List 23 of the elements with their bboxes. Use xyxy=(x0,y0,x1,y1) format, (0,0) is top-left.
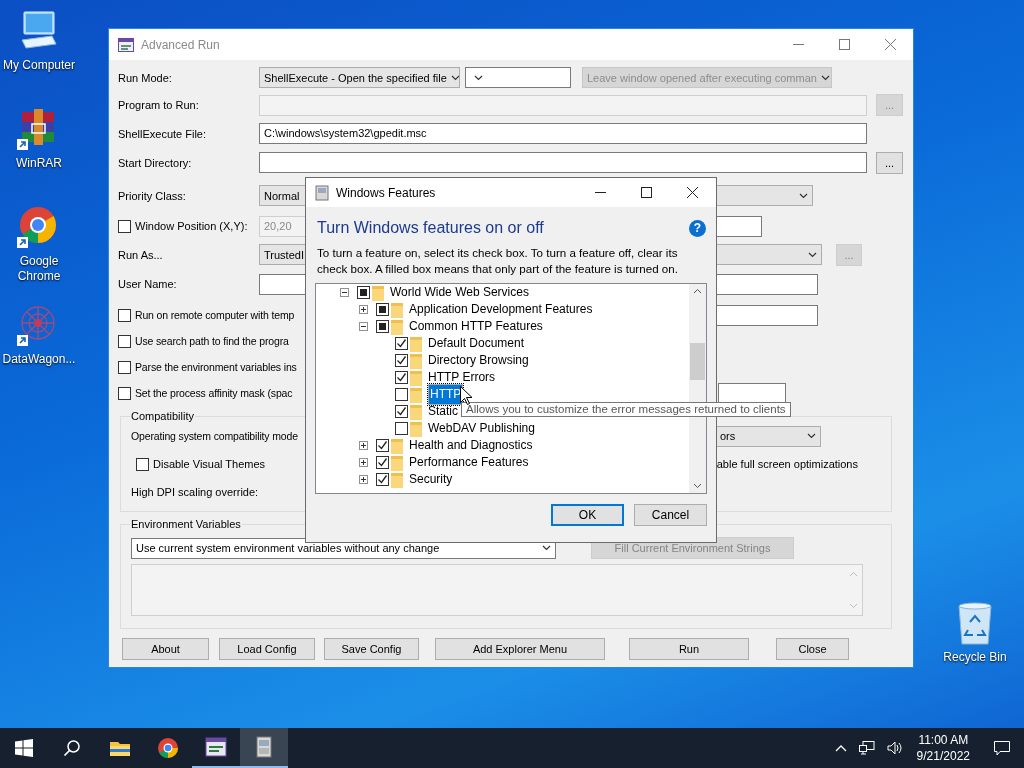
field-label: Operating system compatibility mode xyxy=(131,430,298,442)
checkbox-label: Run on remote computer with temp xyxy=(135,309,295,321)
field-label: Start Directory: xyxy=(118,156,192,169)
field-label: Priority Class: xyxy=(118,189,186,202)
dialog-heading: Turn Windows features on or off xyxy=(317,219,544,237)
field-label: ShellExecute File: xyxy=(118,127,207,140)
group-title: Environment Variables xyxy=(130,518,242,530)
field-label: Program to Run: xyxy=(118,99,199,111)
checkbox-label: Set the process affinity mask (spac xyxy=(135,387,293,399)
checkbox-label: Window Position (X,Y): xyxy=(135,220,248,232)
checkbox-label: Use search path to find the progra xyxy=(135,335,289,347)
group-title: Compatibility xyxy=(130,410,195,422)
checkbox-label: able full screen optimizations xyxy=(716,458,858,470)
field-label: Run Mode: xyxy=(118,71,172,84)
checkbox-label: Disable Visual Themes xyxy=(153,458,266,470)
field-label: User Name: xyxy=(118,278,177,290)
window-title: Advanced Run xyxy=(141,37,220,52)
field-label: High DPI scaling override: xyxy=(131,486,259,498)
checkbox-label: Parse the environment variables ins xyxy=(135,361,297,373)
description: To turn a feature on, select its check box. To turn a feature off, clear its check box. A filled box means that only part of the feature is turned on. xyxy=(317,245,679,277)
window-title: Windows Features xyxy=(336,185,436,200)
field-label: Run As... xyxy=(118,248,163,261)
tooltip: Allows you to customize the error messages returned to clients xyxy=(461,402,791,417)
